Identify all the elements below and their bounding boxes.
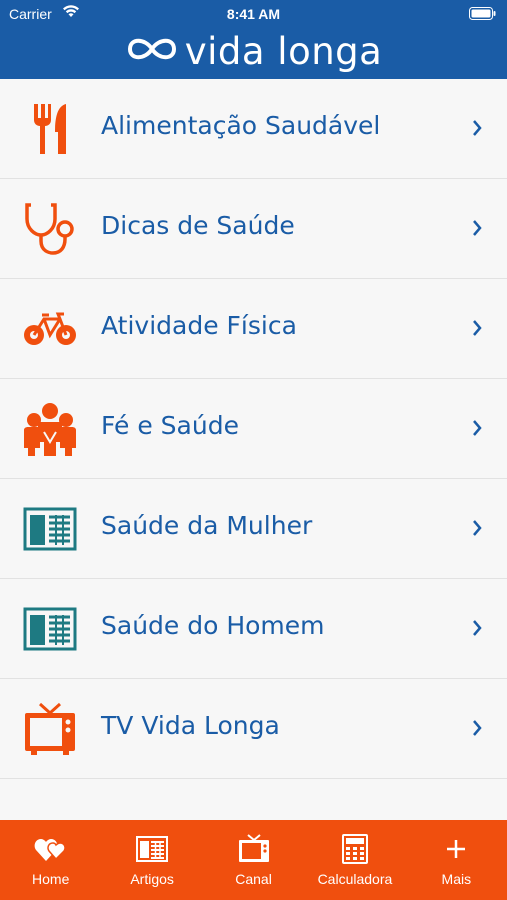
battery-icon xyxy=(469,7,496,23)
menu-item-fe[interactable]: Fé e Saúde xyxy=(0,379,507,479)
brand-name: vida longa xyxy=(184,29,383,73)
bicycle-icon xyxy=(22,301,78,357)
tab-mais[interactable]: Mais xyxy=(406,820,507,900)
infinity-heart-icon xyxy=(125,32,179,70)
status-bar: Carrier 8:41 AM xyxy=(0,0,507,26)
category-menu: Alimentação Saudável Dicas de Saúde Ativ… xyxy=(0,79,507,779)
chevron-right-icon xyxy=(471,319,483,341)
tab-label: Canal xyxy=(235,871,272,887)
chevron-right-icon xyxy=(471,519,483,541)
chevron-right-icon xyxy=(471,419,483,441)
newspaper-icon xyxy=(135,834,169,864)
newspaper-icon xyxy=(22,501,78,557)
menu-item-label: Fé e Saúde xyxy=(101,411,239,440)
menu-item-alimentacao[interactable]: Alimentação Saudável xyxy=(0,79,507,179)
people-icon xyxy=(22,401,78,457)
plus-icon xyxy=(439,834,473,864)
menu-item-label: Dicas de Saúde xyxy=(101,211,295,240)
menu-item-dicas[interactable]: Dicas de Saúde xyxy=(0,179,507,279)
tv-icon xyxy=(22,701,78,757)
menu-item-tv[interactable]: TV Vida Longa xyxy=(0,679,507,779)
stethoscope-icon xyxy=(22,201,78,257)
chevron-right-icon xyxy=(471,719,483,741)
hearts-icon xyxy=(34,834,68,864)
tab-label: Mais xyxy=(441,871,472,887)
menu-item-label: TV Vida Longa xyxy=(101,711,280,740)
tab-label: Calculadora xyxy=(317,871,393,887)
fork-knife-icon xyxy=(22,101,78,157)
calculator-icon xyxy=(338,834,372,864)
tab-home[interactable]: Home xyxy=(0,820,101,900)
tab-calculadora[interactable]: Calculadora xyxy=(304,820,405,900)
tv-icon xyxy=(237,834,271,864)
menu-item-mulher[interactable]: Saúde da Mulher xyxy=(0,479,507,579)
tab-label: Artigos xyxy=(130,871,174,887)
menu-item-label: Alimentação Saudável xyxy=(101,111,381,140)
chevron-right-icon xyxy=(471,219,483,241)
brand-logo: vida longa xyxy=(0,28,507,74)
tab-artigos[interactable]: Artigos xyxy=(101,820,202,900)
tab-label: Home xyxy=(32,871,70,887)
chevron-right-icon xyxy=(471,119,483,141)
app-header: Carrier 8:41 AM vida longa xyxy=(0,0,507,79)
newspaper-icon xyxy=(22,601,78,657)
tab-bar: Home Artigos Canal Calculadora Mais xyxy=(0,820,507,900)
menu-item-label: Saúde do Homem xyxy=(101,611,325,640)
menu-item-homem[interactable]: Saúde do Homem xyxy=(0,579,507,679)
menu-item-atividade[interactable]: Atividade Física xyxy=(0,279,507,379)
chevron-right-icon xyxy=(471,619,483,641)
menu-item-label: Atividade Física xyxy=(101,311,297,340)
menu-item-label: Saúde da Mulher xyxy=(101,511,313,540)
status-time: 8:41 AM xyxy=(226,6,281,22)
tab-canal[interactable]: Canal xyxy=(203,820,304,900)
